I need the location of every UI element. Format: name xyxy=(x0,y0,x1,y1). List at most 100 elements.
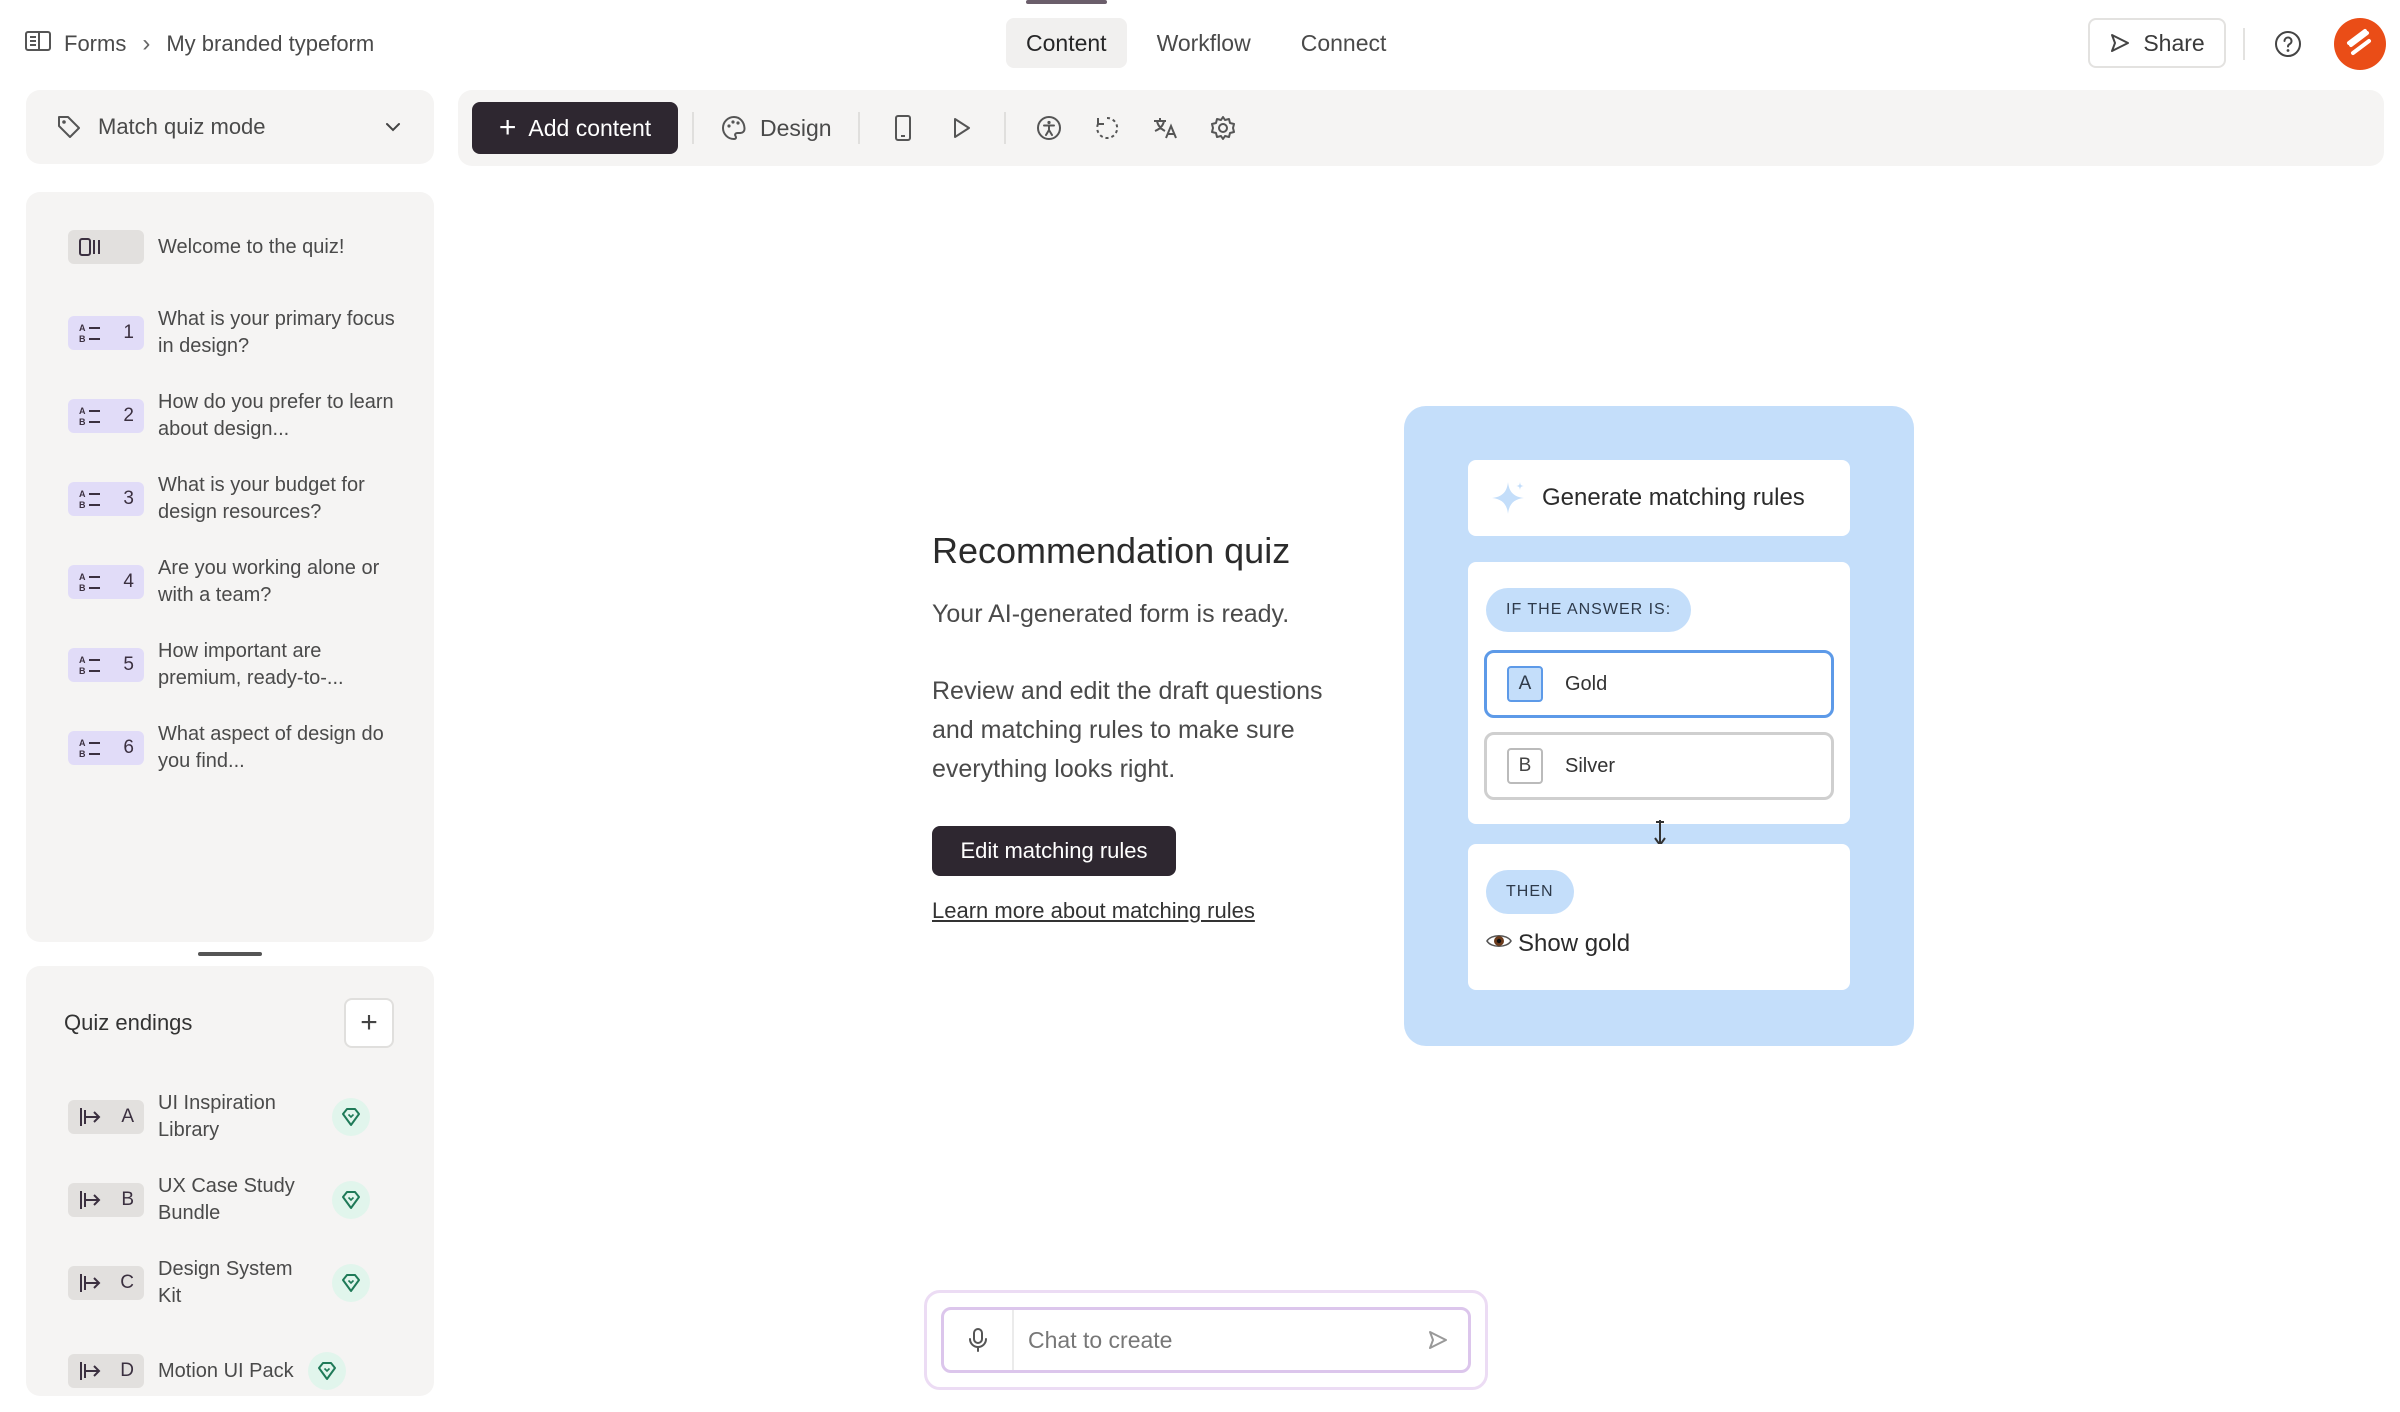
accessibility-icon[interactable] xyxy=(1031,110,1067,146)
diamond-icon xyxy=(332,1181,370,1219)
design-label: Design xyxy=(760,114,832,141)
question-text: Welcome to the quiz! xyxy=(158,235,345,258)
main-tabs: Content Workflow Connect xyxy=(1006,0,1407,70)
svg-text:A: A xyxy=(79,655,86,665)
logic-icon[interactable] xyxy=(1089,110,1125,146)
question-number: 4 xyxy=(123,571,134,592)
question-text: How important are premium, ready-to-... xyxy=(158,640,344,689)
ending-exit-icon xyxy=(80,1108,101,1126)
multiple-choice-badge: AB 3 xyxy=(68,482,144,516)
question-number: 5 xyxy=(123,654,134,675)
svg-text:B: B xyxy=(79,583,86,593)
page-title: Recommendation quiz xyxy=(932,530,1291,571)
ending-text: Motion UI Pack xyxy=(158,1359,294,1382)
divider xyxy=(1003,112,1006,144)
avatar[interactable] xyxy=(2334,18,2386,70)
matching-rules-illustration: Generate matching rules IF THE ANSWER IS… xyxy=(1404,406,1914,1046)
multiple-choice-icon: AB xyxy=(79,406,100,427)
ending-badge: A xyxy=(68,1100,144,1134)
question-item-6[interactable]: AB 6 What aspect of design do you find..… xyxy=(68,721,408,775)
rule-condition-card: IF THE ANSWER IS: A Gold B Silver xyxy=(1468,562,1850,824)
ending-item-a[interactable]: A UI Inspiration Library xyxy=(68,1090,370,1144)
svg-text:A: A xyxy=(79,406,86,416)
multiple-choice-badge: AB 1 xyxy=(68,316,144,350)
settings-gear-icon[interactable] xyxy=(1205,110,1241,146)
svg-text:B: B xyxy=(79,334,86,344)
ending-exit-icon xyxy=(80,1362,101,1380)
diamond-icon xyxy=(332,1264,370,1302)
tab-content[interactable]: Content xyxy=(1006,0,1127,68)
option-silver: B Silver xyxy=(1484,732,1834,800)
svg-text:A: A xyxy=(79,323,86,333)
question-item-3[interactable]: AB 3 What is your budget for design reso… xyxy=(68,472,408,526)
top-bar: Forms › My branded typeform Content Work… xyxy=(0,0,2400,88)
ending-item-d[interactable]: D Motion UI Pack xyxy=(68,1352,346,1390)
multiple-choice-badge: AB 6 xyxy=(68,731,144,765)
ending-item-c[interactable]: C Design System Kit xyxy=(68,1256,370,1310)
multiple-choice-badge: AB 5 xyxy=(68,648,144,682)
ending-letter: B xyxy=(121,1189,134,1210)
ending-badge: C xyxy=(68,1266,144,1300)
ending-badge: B xyxy=(68,1183,144,1217)
generate-rules-card: Generate matching rules xyxy=(1468,460,1850,536)
ending-letter: C xyxy=(120,1272,134,1293)
divider xyxy=(2243,28,2245,60)
tab-connect[interactable]: Connect xyxy=(1281,18,1407,68)
divider xyxy=(857,112,860,144)
generate-rules-label: Generate matching rules xyxy=(1542,484,1805,511)
breadcrumb-forms-link[interactable]: Forms xyxy=(64,31,126,57)
tag-icon xyxy=(58,116,80,138)
question-item-4[interactable]: AB 4 Are you working alone or with a tea… xyxy=(68,555,408,609)
quiz-endings-title: Quiz endings xyxy=(64,1010,193,1035)
ending-badge: D xyxy=(68,1354,144,1388)
multiple-choice-badge: AB 2 xyxy=(68,399,144,433)
chat-input-wrapper xyxy=(941,1307,1471,1373)
if-answer-pill: IF THE ANSWER IS: xyxy=(1486,588,1692,632)
ending-exit-icon xyxy=(80,1191,101,1209)
design-button[interactable]: Design xyxy=(708,102,844,154)
question-item-2[interactable]: AB 2 How do you prefer to learn about de… xyxy=(68,389,408,443)
learn-more-link[interactable]: Learn more about matching rules xyxy=(932,898,1255,924)
ending-letter: D xyxy=(120,1360,134,1381)
svg-text:A: A xyxy=(79,489,86,499)
question-item-welcome[interactable]: Welcome to the quiz! xyxy=(68,230,408,264)
add-content-button[interactable]: + Add content xyxy=(472,102,678,154)
tab-workflow[interactable]: Workflow xyxy=(1137,18,1271,68)
multiple-choice-icon: AB xyxy=(79,572,100,593)
svg-text:A: A xyxy=(79,572,86,582)
question-item-1[interactable]: AB 1 What is your primary focus in desig… xyxy=(68,306,408,360)
translate-icon[interactable] xyxy=(1147,110,1183,146)
rule-action: Show gold xyxy=(1486,930,1630,958)
add-content-label: Add content xyxy=(528,114,652,141)
forms-icon[interactable] xyxy=(24,29,52,59)
eye-icon xyxy=(1486,930,1512,958)
microphone-icon[interactable] xyxy=(944,1310,1014,1370)
send-icon xyxy=(2111,34,2130,52)
plus-icon: + xyxy=(498,111,517,144)
question-item-5[interactable]: AB 5 How important are premium, ready-to… xyxy=(68,638,408,692)
welcome-screen-badge xyxy=(68,230,144,264)
mobile-preview-icon[interactable] xyxy=(885,110,921,146)
question-text: How do you prefer to learn about design.… xyxy=(158,391,394,440)
quiz-endings-panel: Quiz endings + A UI Inspiration Library … xyxy=(26,966,434,1396)
quiz-mode-select[interactable]: Match quiz mode xyxy=(26,90,434,164)
svg-text:B: B xyxy=(79,417,86,427)
ending-text: Design System Kit xyxy=(158,1258,293,1307)
add-ending-button[interactable]: + xyxy=(344,998,394,1048)
play-preview-icon[interactable] xyxy=(943,110,979,146)
edit-matching-rules-button[interactable]: Edit matching rules xyxy=(932,826,1176,876)
chat-input[interactable] xyxy=(1014,1310,1408,1370)
help-icon[interactable] xyxy=(2272,28,2304,60)
option-key: B xyxy=(1507,748,1543,784)
breadcrumb-current[interactable]: My branded typeform xyxy=(166,31,374,57)
svg-text:B: B xyxy=(79,500,86,510)
question-number: 6 xyxy=(123,737,134,758)
palette-icon xyxy=(722,115,746,141)
option-gold: A Gold xyxy=(1484,650,1834,718)
diamond-icon xyxy=(332,1098,370,1136)
option-label: Gold xyxy=(1565,672,1608,695)
panel-resize-handle[interactable] xyxy=(198,952,262,956)
share-button[interactable]: Share xyxy=(2088,18,2226,68)
ending-item-b[interactable]: B UX Case Study Bundle xyxy=(68,1173,370,1227)
send-icon[interactable] xyxy=(1408,1310,1468,1370)
